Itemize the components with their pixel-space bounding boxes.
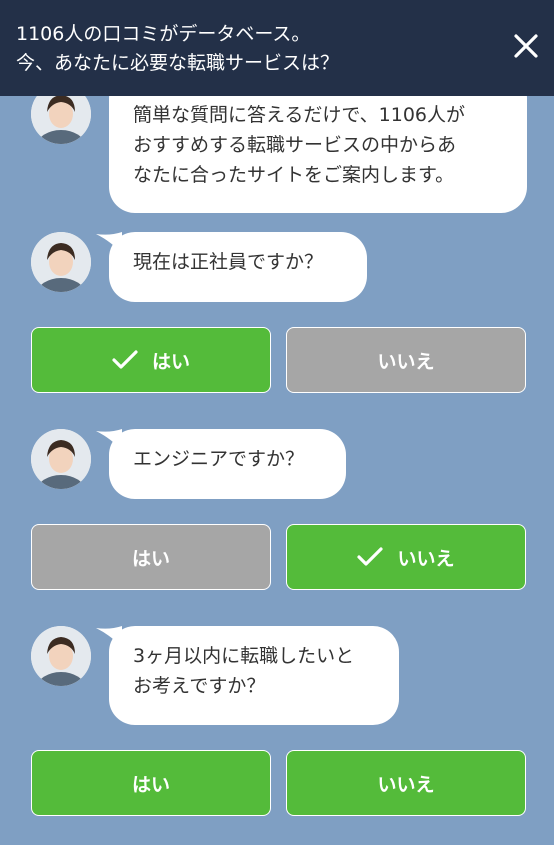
yes-button-label: はい [151, 350, 190, 373]
advisor-avatar-image [31, 232, 91, 292]
no-button-label: いいえ [377, 350, 435, 373]
bubble-line: お考えですか？ [133, 675, 266, 697]
bubble-line: 現在は正社員ですか？ [133, 251, 324, 273]
yes-button[interactable]: はい [31, 327, 271, 393]
close-icon [514, 34, 538, 58]
bubble-line: なたに合ったサイトをご案内します。 [133, 164, 455, 186]
bubble-line: エンジニアですか？ [133, 448, 305, 470]
header-title: 1106人の口コミがデータベース。 今、あなたに必要な転職サービスは？ [16, 20, 496, 78]
yes-button[interactable]: はい [31, 750, 271, 816]
check-icon [112, 350, 138, 369]
close-button[interactable] [508, 28, 544, 64]
yes-button-label: はい [131, 773, 170, 796]
chat-bubble: エンジニアですか？ [109, 429, 346, 499]
no-button-label: いいえ [397, 547, 455, 570]
check-icon [357, 547, 384, 566]
advisor-avatar [31, 429, 91, 489]
chat-bubble: 現在は正社員ですか？ [109, 232, 367, 302]
no-button[interactable]: いいえ [286, 524, 526, 590]
app-header: 1106人の口コミがデータベース。 今、あなたに必要な転職サービスは？ [0, 0, 554, 96]
bubble-line: 簡単な質問に答えるだけで、1106人が [133, 104, 466, 126]
no-button-label: いいえ [377, 773, 435, 796]
chat-bubble: 3ヶ月以内に転職したいと お考えですか？ [109, 626, 399, 725]
advisor-avatar [31, 232, 91, 292]
header-title-line-2: 今、あなたに必要な転職サービスは？ [16, 52, 340, 74]
yes-button-label: はい [131, 547, 170, 570]
no-button[interactable]: いいえ [286, 327, 526, 393]
advisor-avatar-image [31, 429, 91, 489]
header-title-line-1: 1106人の口コミがデータベース。 [16, 23, 311, 45]
no-button[interactable]: いいえ [286, 750, 526, 816]
advisor-avatar-image [31, 626, 91, 686]
yes-button[interactable]: はい [31, 524, 271, 590]
bubble-line: おすすめする転職サービスの中からあ [133, 134, 457, 156]
advisor-avatar [31, 626, 91, 686]
bubble-line: 3ヶ月以内に転職したいと [133, 645, 355, 667]
